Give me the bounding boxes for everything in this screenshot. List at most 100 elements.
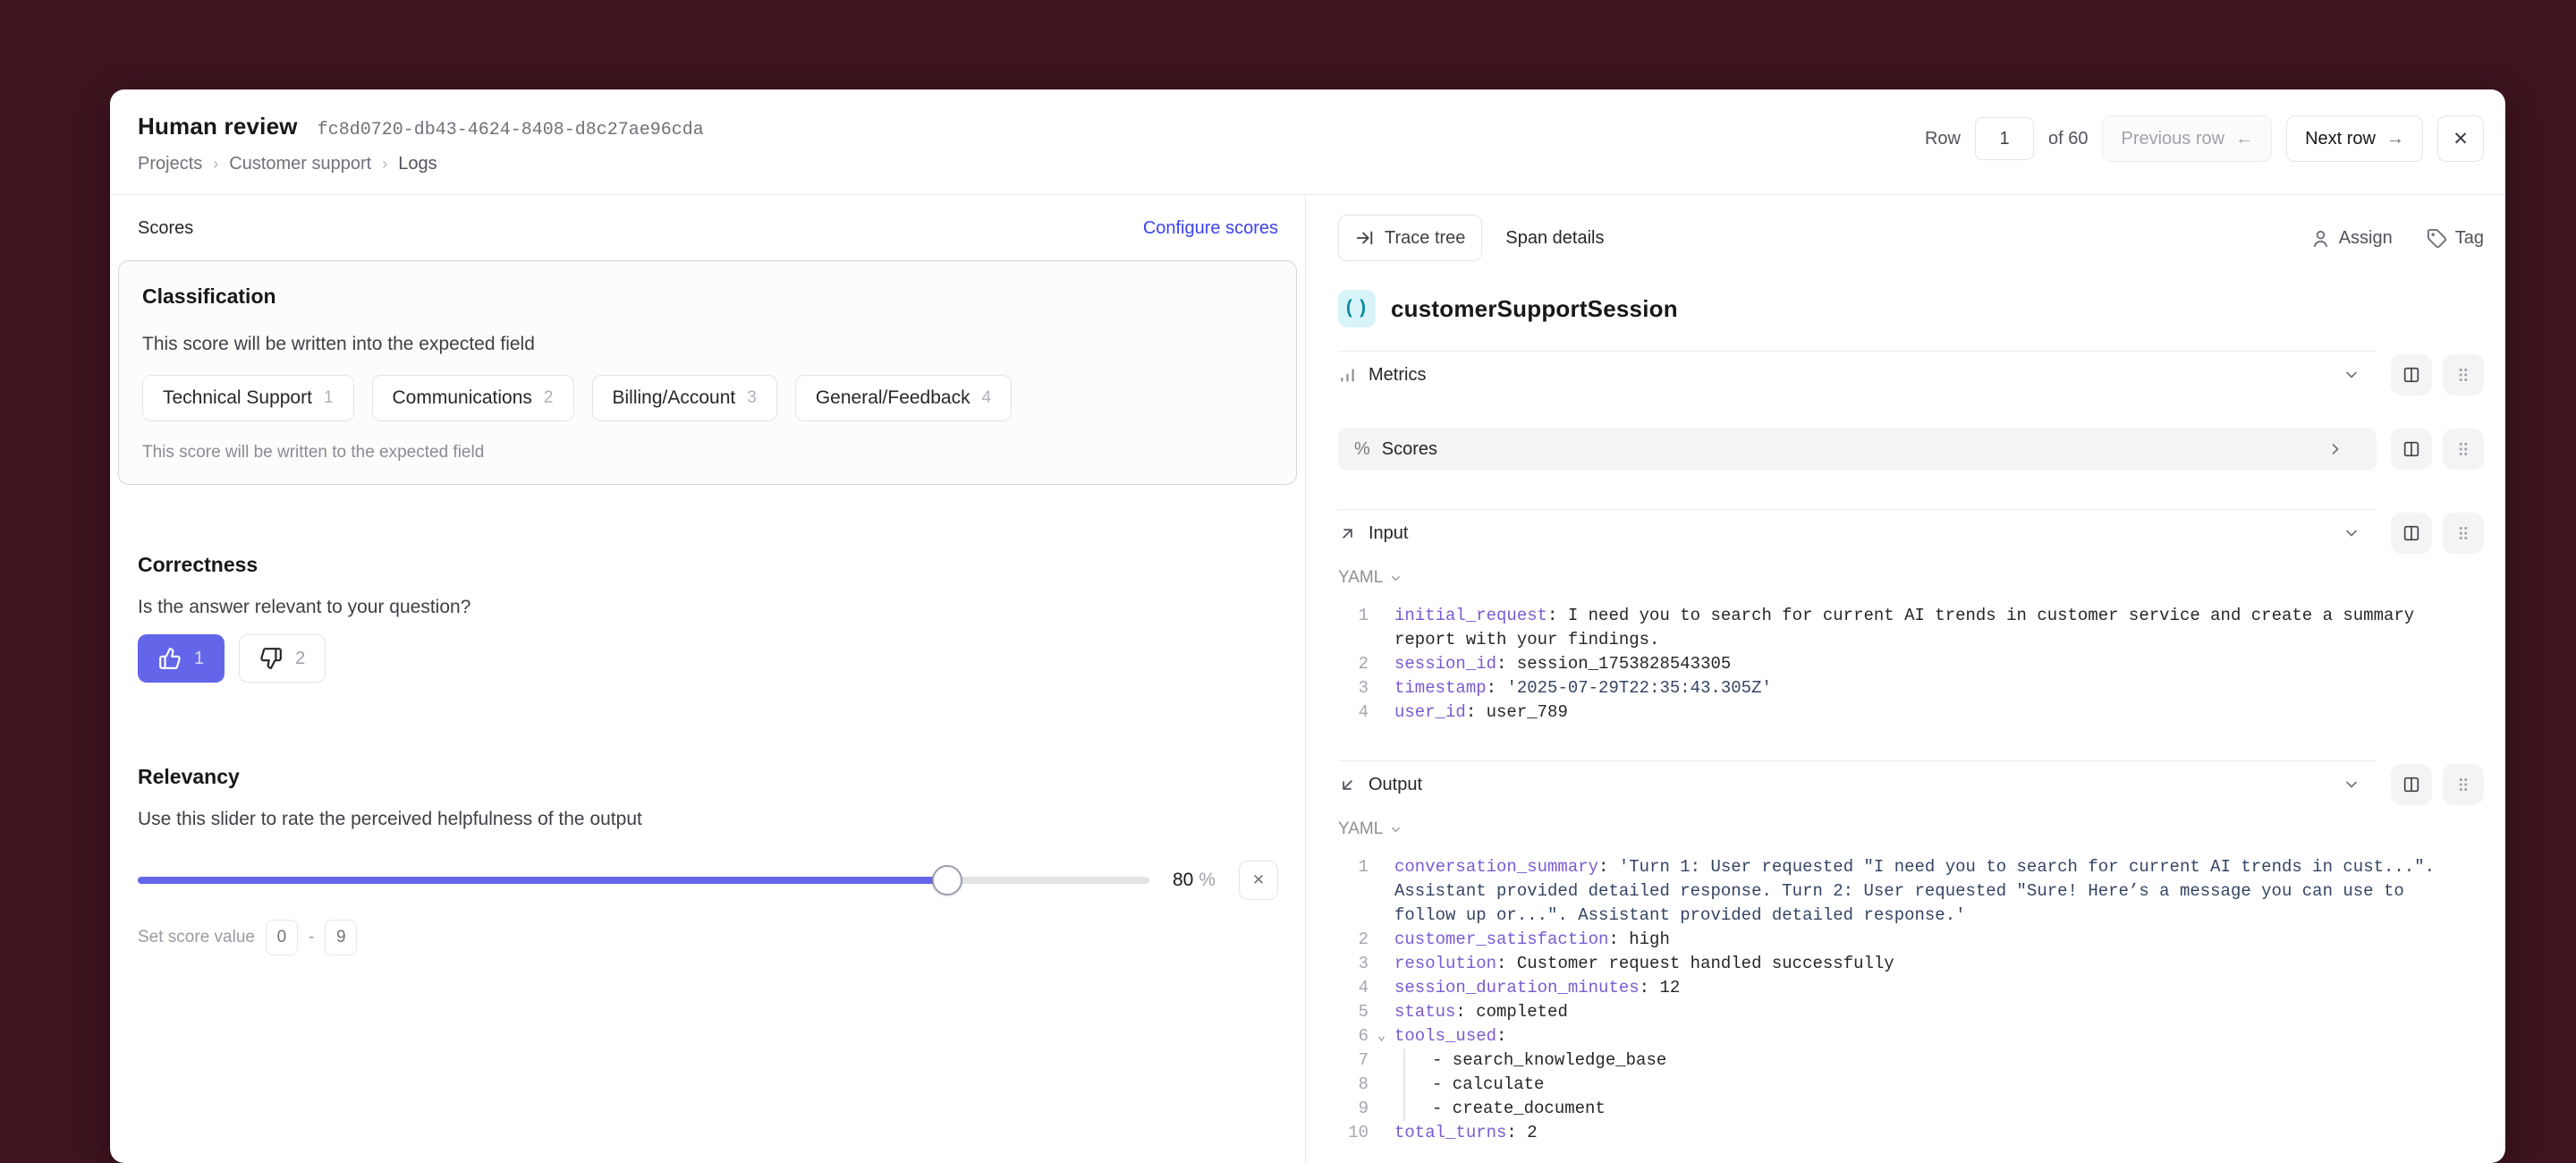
input-format-selector[interactable]: YAML	[1338, 568, 1402, 588]
classification-description: This score will be written into the expe…	[142, 334, 1273, 355]
breadcrumb-projects[interactable]: Projects	[138, 154, 202, 174]
code-text: - calculate	[1403, 1073, 2484, 1097]
option-label: Technical Support	[163, 387, 312, 409]
line-number: 7	[1338, 1048, 1368, 1073]
thumbs-down-shortcut: 2	[295, 649, 305, 669]
trace-tree-label: Trace tree	[1385, 228, 1465, 249]
tag-button[interactable]: Tag	[2427, 228, 2484, 249]
line-number: 4	[1338, 700, 1368, 725]
output-format-selector[interactable]: YAML	[1338, 819, 1402, 839]
fold-gutter	[1368, 652, 1394, 676]
previous-row-button[interactable]: Previous row ←	[2102, 115, 2272, 162]
drag-handle-button[interactable]	[2443, 354, 2484, 395]
line-number: 6	[1338, 1024, 1368, 1048]
relevancy-title: Relevancy	[138, 765, 1278, 789]
metrics-row[interactable]: Metrics	[1338, 352, 2377, 398]
breadcrumb-logs[interactable]: Logs	[398, 154, 436, 174]
thumbs-down-button[interactable]: 2	[239, 634, 326, 683]
correctness-section: Correctness Is the answer relevant to yo…	[138, 553, 1278, 683]
scores-panel-title: Scores	[138, 218, 193, 239]
close-button[interactable]: ✕	[2437, 115, 2484, 162]
slider-thumb[interactable]	[932, 865, 962, 896]
output-row[interactable]: Output	[1338, 761, 2377, 808]
previous-row-label: Previous row	[2121, 129, 2224, 149]
drag-handle-button[interactable]	[2443, 429, 2484, 470]
tag-icon	[2427, 228, 2447, 249]
row-number-input[interactable]	[1975, 117, 2034, 160]
split-view-button[interactable]	[2391, 764, 2432, 805]
relevancy-section: Relevancy Use this slider to rate the pe…	[138, 765, 1278, 955]
classification-option-4[interactable]: General/Feedback4	[795, 375, 1012, 421]
scores-row[interactable]: % Scores	[1338, 428, 2377, 471]
clear-score-button[interactable]: ✕	[1239, 861, 1278, 900]
code-text: - search_knowledge_base	[1403, 1048, 2484, 1073]
code-line: 2session_id: session_1753828543305	[1338, 652, 2484, 676]
code-line: 9- create_document	[1338, 1097, 2484, 1121]
fold-gutter	[1368, 676, 1394, 700]
fold-gutter	[1368, 1073, 1394, 1097]
header-left: Human review fc8d0720-db43-4624-8408-d8c…	[138, 113, 704, 174]
drag-handle-button[interactable]	[2443, 513, 2484, 554]
input-row[interactable]: Input	[1338, 510, 2377, 556]
relevancy-slider[interactable]	[138, 877, 1149, 884]
thumbs-up-shortcut: 1	[194, 649, 204, 669]
breadcrumb-separator: ›	[382, 155, 387, 174]
drag-handle-button[interactable]	[2443, 764, 2484, 805]
metrics-section: Metrics	[1338, 351, 2484, 398]
tag-label: Tag	[2455, 228, 2484, 249]
page-title: Human review	[138, 113, 298, 140]
scores-section: % Scores	[1338, 428, 2484, 471]
trace-tree-button[interactable]: Trace tree	[1338, 215, 1482, 261]
slider-value-unit: %	[1199, 870, 1216, 890]
fold-gutter	[1368, 952, 1394, 976]
percent-icon: %	[1354, 439, 1370, 460]
correctness-question: Is the answer relevant to your question?	[138, 597, 1278, 618]
arrow-left-icon: ←	[2235, 129, 2253, 149]
code-line: 3timestamp: '2025-07-29T22:35:43.305Z'	[1338, 676, 2484, 700]
columns-icon	[2402, 523, 2421, 543]
chevron-down-icon[interactable]	[2343, 366, 2360, 384]
split-view-button[interactable]	[2391, 513, 2432, 554]
classification-option-2[interactable]: Communications 2	[372, 375, 574, 421]
format-label: YAML	[1338, 819, 1383, 839]
line-number: 2	[1338, 652, 1368, 676]
option-label: Communications	[393, 387, 532, 409]
input-code-editor[interactable]: 1initial_request: I need you to search f…	[1338, 604, 2484, 725]
classification-option-1[interactable]: Technical Support 1	[142, 375, 354, 421]
grip-vertical-icon	[2453, 775, 2473, 794]
fold-gutter	[1368, 928, 1394, 952]
configure-scores-link[interactable]: Configure scores	[1143, 218, 1278, 239]
chevron-down-icon[interactable]	[2343, 524, 2360, 542]
split-view-button[interactable]	[2391, 429, 2432, 470]
columns-icon	[2402, 439, 2421, 459]
next-row-button[interactable]: Next row →	[2286, 115, 2423, 162]
chevron-down-icon[interactable]	[2343, 776, 2360, 794]
code-line: 1initial_request: I need you to search f…	[1338, 604, 2484, 652]
tab-span-details[interactable]: Span details	[1505, 228, 1604, 249]
range-max-badge: 9	[325, 920, 357, 955]
line-number: 4	[1338, 976, 1368, 1000]
fold-chevron-icon[interactable]: ⌄	[1368, 1024, 1394, 1048]
dialog-header: Human review fc8d0720-db43-4624-8408-d8c…	[110, 89, 2505, 195]
classification-option-3[interactable]: Billing/Account3	[592, 375, 777, 421]
thumbs-up-button[interactable]: 1	[138, 634, 225, 683]
grip-vertical-icon	[2453, 523, 2473, 543]
assign-button[interactable]: Assign	[2310, 228, 2393, 249]
code-line: 6⌄tools_used:	[1338, 1024, 2484, 1048]
code-text: user_id: user_789	[1394, 700, 2484, 725]
code-text: status: completed	[1394, 1000, 2484, 1024]
option-shortcut: 2	[544, 388, 554, 408]
scores-panel: Scores Configure scores Classification T…	[110, 195, 1306, 1163]
code-text: initial_request: I need you to search fo…	[1394, 604, 2484, 652]
row-navigation: Row of 60 Previous row ← Next row → ✕	[1925, 115, 2484, 162]
arrow-right-icon: →	[2386, 129, 2404, 149]
breadcrumb-project[interactable]: Customer support	[229, 154, 371, 174]
output-code-editor[interactable]: 1conversation_summary: 'Turn 1: User req…	[1338, 855, 2484, 1145]
option-shortcut: 1	[324, 388, 334, 408]
chevron-right-icon[interactable]	[2326, 440, 2344, 458]
code-line: 1conversation_summary: 'Turn 1: User req…	[1338, 855, 2484, 928]
row-total-label: of 60	[2048, 129, 2088, 149]
split-view-button[interactable]	[2391, 354, 2432, 395]
line-number: 1	[1338, 855, 1368, 928]
fold-gutter	[1368, 1097, 1394, 1121]
